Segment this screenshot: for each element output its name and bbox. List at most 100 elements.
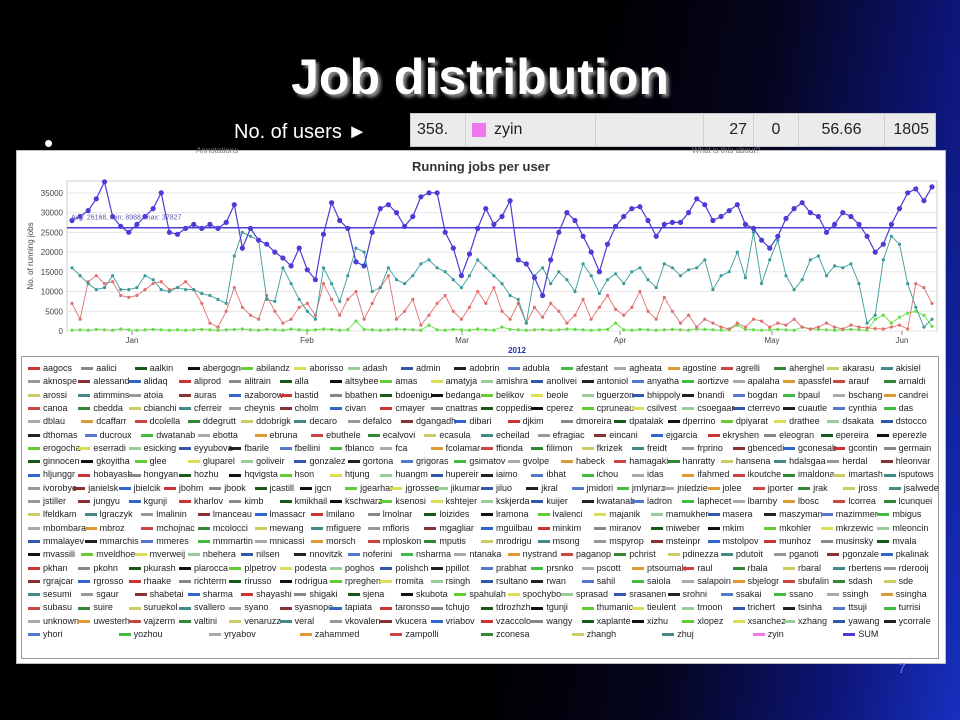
legend-item[interactable]: mbigus xyxy=(877,509,921,520)
legend-item[interactable]: adobrin xyxy=(454,363,499,374)
legend-item[interactable]: arnaldi xyxy=(883,376,926,387)
legend-item[interactable]: bguerzon xyxy=(581,390,634,401)
legend-item[interactable]: frprino xyxy=(682,443,723,454)
legend-item[interactable]: bschang xyxy=(833,390,882,401)
legend-item[interactable]: xlopez xyxy=(682,616,723,627)
legend-item[interactable]: syasnopo xyxy=(279,602,333,613)
legend-item[interactable]: mchojnac xyxy=(141,523,195,534)
legend-item[interactable]: valtini xyxy=(179,616,217,627)
legend-item[interactable]: masera xyxy=(707,509,753,520)
legend-item[interactable]: anyatha xyxy=(632,376,679,387)
legend-item[interactable]: jniedzie xyxy=(662,483,708,494)
legend-item[interactable]: zyin xyxy=(752,629,784,640)
legend-item[interactable]: gonzalez xyxy=(294,456,346,467)
legend-item[interactable]: kschwarz xyxy=(330,496,383,507)
legend-item[interactable]: sprasad xyxy=(560,589,608,600)
legend-item[interactable]: mvala xyxy=(877,536,916,547)
legend-item[interactable]: dpiyarat xyxy=(720,416,768,427)
legend-item[interactable]: kharlov xyxy=(179,496,223,507)
legend-item[interactable]: sesumi xyxy=(28,589,72,600)
legend-item[interactable]: jmlynarz xyxy=(616,483,665,494)
legend-item[interactable]: gkoyitha xyxy=(81,456,130,467)
legend-item[interactable]: jsalwede xyxy=(888,483,939,494)
legend-item[interactable]: hanratty xyxy=(667,456,715,467)
legend-item[interactable]: amas xyxy=(380,376,417,387)
legend-item[interactable]: dpatalak xyxy=(614,416,663,427)
legend-item[interactable]: shayashi xyxy=(241,589,292,600)
legend-item[interactable]: ecalvovi xyxy=(367,430,415,441)
legend-item[interactable]: idas xyxy=(632,469,664,480)
legend-item[interactable]: ducroux xyxy=(84,430,132,441)
legend-item[interactable]: bpaul xyxy=(783,390,820,401)
legend-item[interactable]: huangm xyxy=(380,469,428,480)
legend-item[interactable]: kshtejer xyxy=(430,496,477,507)
legend-item[interactable]: mrodrigu xyxy=(481,536,532,547)
legend-item[interactable]: mcolocci xyxy=(197,523,248,534)
legend-item[interactable]: fbellini xyxy=(279,443,320,454)
legend-item[interactable]: jbielcik xyxy=(118,483,161,494)
legend-item[interactable]: lmolnar xyxy=(367,509,412,520)
legend-item[interactable]: podesta xyxy=(279,563,327,574)
legend-item[interactable]: rbaral xyxy=(783,563,821,574)
legend-item[interactable]: jikumar xyxy=(435,483,480,494)
legend-item[interactable]: imartash xyxy=(833,469,883,480)
legend-item[interactable]: suruekol xyxy=(128,602,178,613)
legend-item[interactable]: ginnocen xyxy=(28,456,80,467)
legend-item[interactable]: lgraczyk xyxy=(84,509,133,520)
legend-item[interactable]: eperezle xyxy=(877,430,927,441)
legend-item[interactable]: hljunggr xyxy=(28,469,75,480)
legend-item[interactable]: salapoin xyxy=(682,576,731,587)
legend-item[interactable]: auras xyxy=(179,390,217,401)
legend-item[interactable]: prabhat xyxy=(481,563,527,574)
legend-item[interactable]: aherghel xyxy=(774,363,824,374)
legend-item[interactable]: alessand xyxy=(78,376,129,387)
legend-item[interactable]: dblau xyxy=(28,416,65,427)
legend-item[interactable]: abergogn xyxy=(187,363,241,374)
legend-item[interactable]: ffionda xyxy=(481,443,523,454)
legend-item[interactable]: ladron xyxy=(632,496,672,507)
legend-item[interactable]: kmikhail xyxy=(279,496,327,507)
legend-item[interactable]: pganoti xyxy=(774,549,819,560)
legend-item[interactable]: venaruzz xyxy=(229,616,281,627)
legend-item[interactable]: agostine xyxy=(667,363,717,374)
legend-item[interactable]: minkim xyxy=(537,523,581,534)
legend-item[interactable]: rbertens xyxy=(833,563,881,574)
legend-item[interactable]: hson xyxy=(279,469,314,480)
legend-item[interactable]: hqvigsta xyxy=(229,469,278,480)
legend-item[interactable]: gconesab xyxy=(783,443,837,454)
legend-item[interactable]: zhuj xyxy=(662,629,694,640)
legend-item[interactable]: tdrozhzh xyxy=(481,602,531,613)
legend-item[interactable]: antoniol xyxy=(581,376,628,387)
legend-item[interactable]: hongyan xyxy=(128,469,178,480)
legend-item[interactable]: yawang xyxy=(833,616,879,627)
legend-item[interactable]: vkovalen xyxy=(330,616,381,627)
legend-item[interactable]: zhangh xyxy=(571,629,616,640)
legend-item[interactable]: gvolpe xyxy=(507,456,549,467)
legend-item[interactable]: dperrino xyxy=(667,416,716,427)
legend-item[interactable]: shabetai xyxy=(134,589,184,600)
legend-item[interactable]: vkucera xyxy=(380,616,427,627)
legend-item[interactable]: yhori xyxy=(28,629,63,640)
legend-item[interactable]: mnicassi xyxy=(254,536,305,547)
legend-item[interactable]: jstiller xyxy=(28,496,66,507)
legend-item[interactable]: bnandi xyxy=(682,390,724,401)
legend-item[interactable]: mmalayev xyxy=(28,536,84,547)
legend-item[interactable]: xizhu xyxy=(632,616,668,627)
legend-item[interactable]: wangy xyxy=(531,616,572,627)
legend-item[interactable]: dthomas xyxy=(28,430,78,441)
legend-item[interactable]: miranov xyxy=(594,523,641,534)
legend-item[interactable]: esicking xyxy=(128,443,176,454)
legend-item[interactable]: thumanic xyxy=(581,602,633,613)
legend-item[interactable]: das xyxy=(883,403,913,414)
legend-item[interactable]: atoia xyxy=(128,390,163,401)
legend-item[interactable]: ebotta xyxy=(197,430,238,441)
legend-item[interactable]: rgrajcar xyxy=(28,576,74,587)
legend-item[interactable]: xsanchez xyxy=(732,616,786,627)
legend-item[interactable]: pkalinak xyxy=(880,549,929,560)
legend-item[interactable]: mmeres xyxy=(141,536,189,547)
legend-item[interactable]: zahammed xyxy=(299,629,359,640)
legend-item[interactable]: rsingh xyxy=(430,576,470,587)
legend-item[interactable]: mputis xyxy=(424,536,466,547)
legend-item[interactable]: loizides xyxy=(424,509,469,520)
legend-item[interactable]: aborisso xyxy=(294,363,344,374)
